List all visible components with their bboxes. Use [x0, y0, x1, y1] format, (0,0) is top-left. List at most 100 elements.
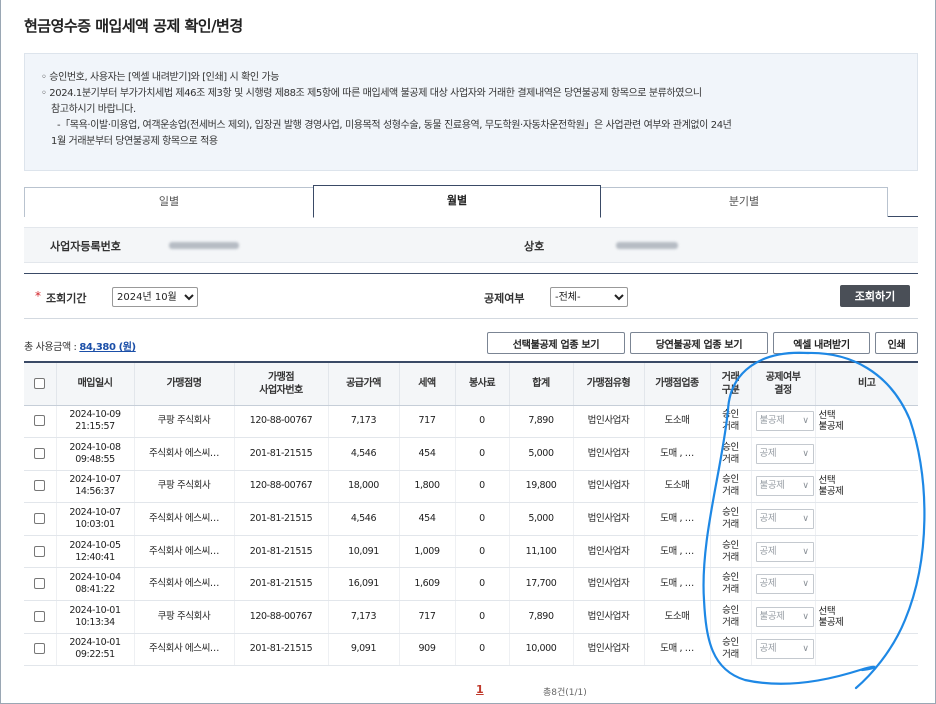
- deduct-select[interactable]: 공제 ∨: [755, 639, 814, 660]
- deduct-select[interactable]: 공제 ∨: [755, 541, 814, 562]
- row-checkbox[interactable]: [34, 447, 46, 459]
- row-checkbox[interactable]: [34, 545, 46, 557]
- cell-biz-no: 201-81-21515: [233, 633, 328, 667]
- cell-tip: 0: [454, 502, 509, 536]
- row-checkbox[interactable]: [34, 643, 46, 655]
- row-select-cell[interactable]: [24, 470, 56, 504]
- row-checkbox[interactable]: [34, 415, 46, 427]
- cell-tx-type-2: 거래: [722, 551, 739, 563]
- cell-tax: 717: [398, 405, 455, 439]
- cell-deduct: 공제 ∨: [750, 633, 815, 667]
- pagination-current-page[interactable]: 1: [476, 683, 484, 696]
- cell-total: 10,000: [508, 633, 573, 667]
- deduct-select[interactable]: 불공제 ∨: [755, 411, 814, 432]
- cell-tx-type-1: 승인: [722, 441, 739, 453]
- row-select-cell[interactable]: [24, 633, 56, 667]
- cell-remark: 선택 불공제: [814, 405, 918, 439]
- cell-supply: 10,091: [327, 535, 399, 569]
- print-button[interactable]: 인쇄: [875, 332, 918, 354]
- cell-biz-no: 120-88-00767: [233, 600, 328, 634]
- cell-date: 2024-10-09 21:15:57: [55, 405, 134, 439]
- page-title: 현금영수증 매입세액 공제 확인/변경: [24, 17, 243, 35]
- tab-monthly[interactable]: 월별: [313, 185, 601, 218]
- total-amount-link[interactable]: 84,380 (원): [79, 342, 136, 353]
- cell-industry: 도소매: [643, 600, 710, 634]
- business-info-row: 사업자등록번호 상호: [24, 227, 918, 263]
- period-select[interactable]: 2024년 10월: [112, 287, 198, 307]
- cell-tip: 0: [454, 633, 509, 667]
- row-select-cell[interactable]: [24, 405, 56, 439]
- row-checkbox[interactable]: [34, 513, 46, 525]
- chevron-down-icon: ∨: [802, 514, 809, 525]
- cell-remark: [814, 633, 918, 667]
- deduct-select-value: 공제: [759, 513, 777, 525]
- row-checkbox[interactable]: [34, 578, 46, 590]
- cell-tx-type-1: 승인: [722, 572, 739, 584]
- cell-date-time: 09:48:55: [75, 453, 115, 465]
- cell-merchant-type: 법인사업자: [572, 502, 644, 536]
- notice-line: -「목욕·이발·미용업, 여객운송업(전세버스 제외), 입장권 발행 경영사업…: [57, 120, 732, 131]
- cell-deduct: 불공제 ∨: [750, 470, 815, 504]
- cell-tx-type: 승인 거래: [709, 633, 751, 667]
- cell-biz-no: 201-81-21515: [233, 437, 328, 471]
- redacted-company: [616, 242, 678, 249]
- cell-date-time: 12:40:41: [75, 551, 115, 563]
- cell-tx-type: 승인 거래: [709, 502, 751, 536]
- row-select-cell[interactable]: [24, 567, 56, 602]
- pagination-info: 총8건(1/1): [543, 688, 587, 698]
- cell-merchant-type: 법인사업자: [572, 567, 644, 602]
- row-checkbox[interactable]: [34, 610, 46, 622]
- deduct-filter-select[interactable]: -전체-: [550, 287, 628, 307]
- excel-download-button[interactable]: 엑셀 내려받기: [773, 332, 870, 354]
- notice-line: 참고하시기 바랍니다.: [51, 104, 136, 115]
- cell-total: 5,000: [508, 502, 573, 536]
- cell-supply: 18,000: [327, 470, 399, 504]
- header-select-all[interactable]: [24, 361, 56, 406]
- cell-remark: 선택 불공제: [814, 470, 918, 504]
- deduct-select[interactable]: 공제 ∨: [755, 574, 814, 595]
- deduct-select[interactable]: 공제 ∨: [755, 443, 814, 464]
- cell-remark: 선택 불공제: [814, 600, 918, 634]
- cell-date-time: 08:41:22: [75, 584, 115, 596]
- header-remark: 비고: [814, 361, 918, 406]
- redacted-reg-no: [169, 242, 239, 249]
- tab-daily[interactable]: 일별: [24, 187, 313, 217]
- header-tx-type: 거래 구분: [709, 361, 751, 406]
- cell-tax: 1,009: [398, 535, 455, 569]
- row-select-cell[interactable]: [24, 600, 56, 634]
- row-checkbox[interactable]: [34, 480, 46, 492]
- cell-date-day: 2024-10-07: [69, 474, 121, 486]
- optional-nondeduct-button[interactable]: 선택불공제 업종 보기: [487, 332, 625, 354]
- cell-tax: 454: [398, 437, 455, 471]
- query-button[interactable]: 조회하기: [840, 285, 910, 307]
- cell-tx-type: 승인 거래: [709, 600, 751, 634]
- cell-remark-2: 불공제: [818, 421, 844, 433]
- header-tax: 세액: [398, 361, 455, 406]
- transactions-table: 매입일시 가맹점명 가맹점 사업자번호 공급가액 세액 봉사료 합계 가맹점유형…: [24, 361, 918, 667]
- deduct-select-value: 공제: [759, 545, 777, 557]
- row-select-cell[interactable]: [24, 437, 56, 471]
- cell-biz-no: 120-88-00767: [233, 470, 328, 504]
- cell-tx-type-1: 승인: [722, 539, 739, 551]
- table-row: 2024-10-05 12:40:41 주식회사 에스씨… 201-81-21515 1…: [24, 535, 918, 569]
- select-all-checkbox[interactable]: [34, 377, 46, 389]
- deduct-select-value: 공제: [759, 578, 777, 590]
- tab-quarterly[interactable]: 분기별: [601, 187, 888, 217]
- deduct-select[interactable]: 불공제 ∨: [755, 606, 814, 627]
- cell-date: 2024-10-08 09:48:55: [55, 437, 134, 471]
- row-select-cell[interactable]: [24, 502, 56, 536]
- table-header-row: 매입일시 가맹점명 가맹점 사업자번호 공급가액 세액 봉사료 합계 가맹점유형…: [24, 361, 918, 406]
- table-row: 2024-10-04 08:41:22 주식회사 에스씨… 201-81-21515 1…: [24, 567, 918, 602]
- cell-merchant: 주식회사 에스씨…: [133, 535, 234, 569]
- deduct-select[interactable]: 공제 ∨: [755, 509, 814, 530]
- mandatory-nondeduct-button[interactable]: 당연불공제 업종 보기: [630, 332, 768, 354]
- table-row: 2024-10-07 10:03:01 주식회사 에스씨… 201-81-21515 4…: [24, 502, 918, 536]
- row-select-cell[interactable]: [24, 535, 56, 569]
- cell-supply: 7,173: [327, 600, 399, 634]
- cell-tx-type-1: 승인: [722, 474, 739, 486]
- cell-merchant: 주식회사 에스씨…: [133, 437, 234, 471]
- cell-biz-no: 120-88-00767: [233, 405, 328, 439]
- cell-tx-type-2: 거래: [722, 616, 739, 628]
- deduct-select[interactable]: 불공제 ∨: [755, 476, 814, 497]
- cell-tx-type-2: 거래: [722, 486, 739, 498]
